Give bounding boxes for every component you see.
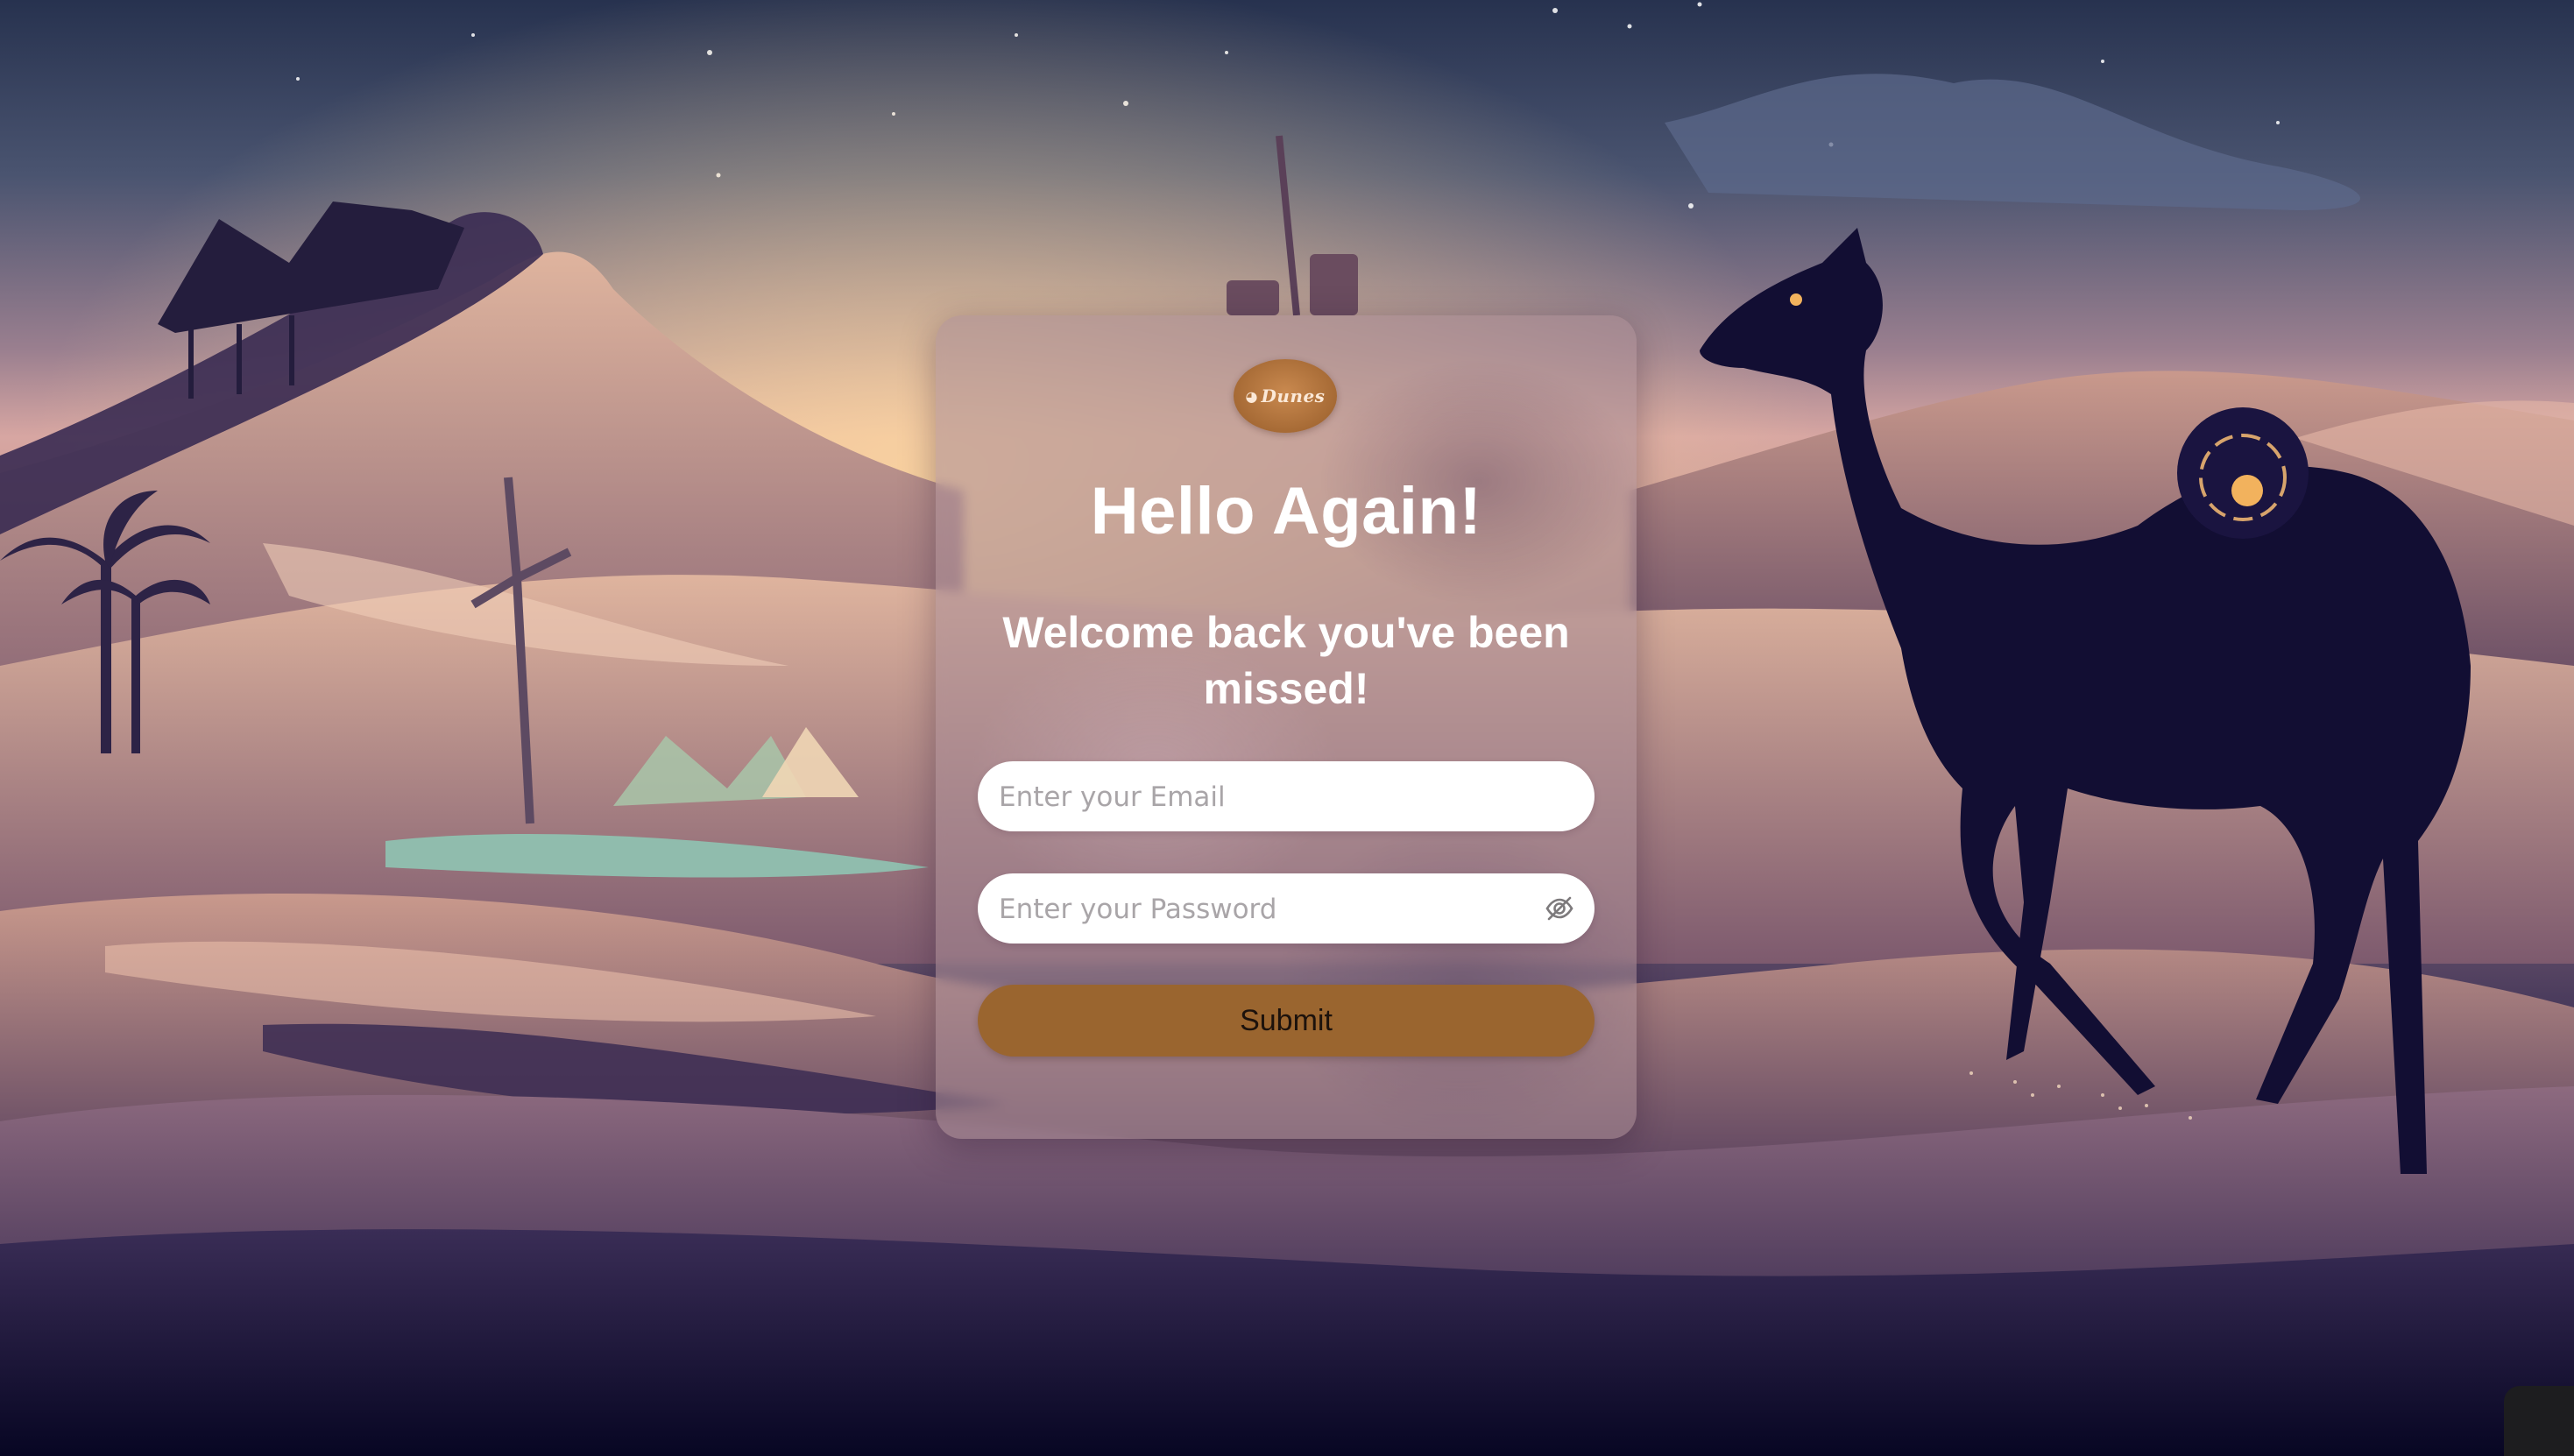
- corner-widget[interactable]: [2504, 1386, 2574, 1456]
- login-card: ◕ Dunes Hello Again! Welcome back you've…: [936, 315, 1637, 1139]
- brand-logo: ◕ Dunes: [1234, 359, 1337, 433]
- brand-logo-text: Dunes: [1261, 385, 1326, 406]
- password-field[interactable]: [978, 873, 1595, 945]
- email-input[interactable]: [997, 761, 1526, 833]
- email-field[interactable]: [978, 761, 1595, 833]
- dunes-logo-icon: ◕: [1245, 387, 1258, 405]
- submit-button[interactable]: Submit: [978, 985, 1595, 1057]
- page-subtitle: Welcome back you've been missed!: [1002, 608, 1570, 713]
- page-title: Hello Again!: [1090, 474, 1482, 548]
- password-input[interactable]: [997, 873, 1526, 945]
- eye-off-icon[interactable]: [1544, 893, 1575, 924]
